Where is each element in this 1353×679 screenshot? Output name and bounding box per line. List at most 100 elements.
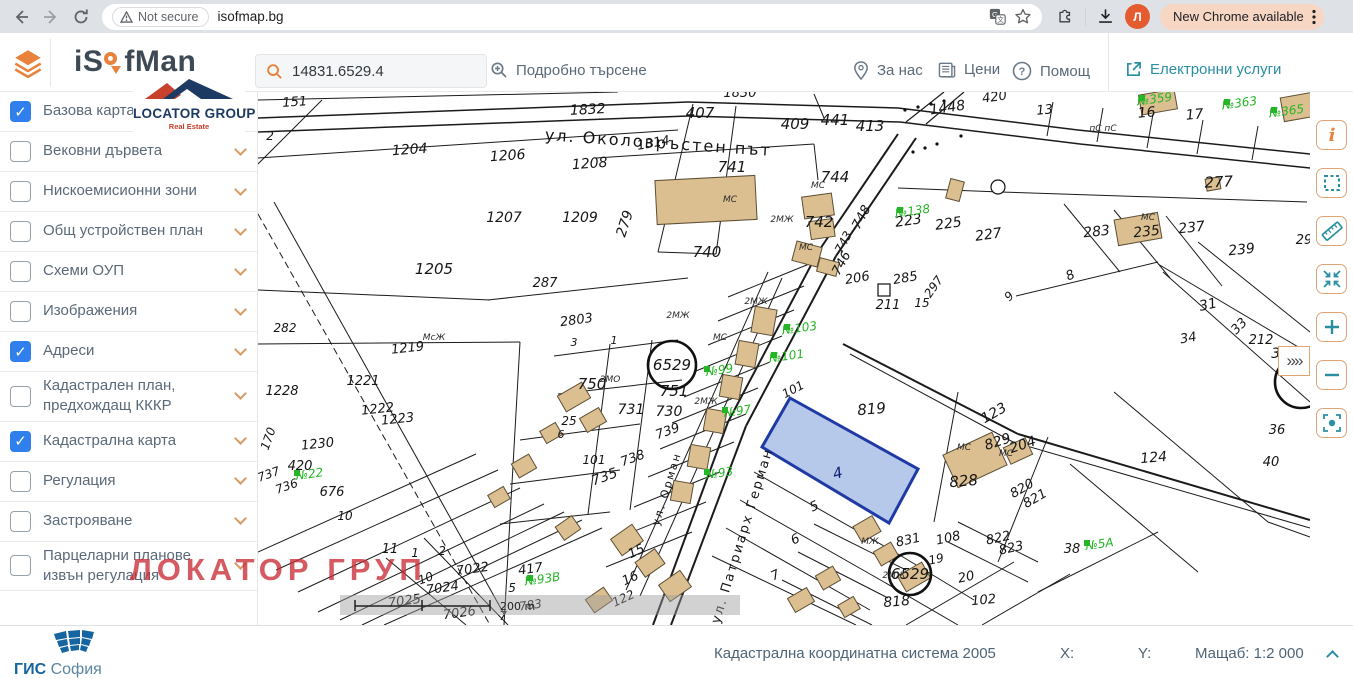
- search-plus-icon: [490, 61, 508, 79]
- parcel-boundary: [850, 354, 1013, 442]
- select-area-icon: [1320, 171, 1344, 195]
- profile-avatar[interactable]: Л: [1125, 4, 1150, 29]
- parcel-number: 741: [718, 158, 747, 176]
- sidebar-layer-item[interactable]: Схеми ОУП: [0, 252, 257, 292]
- parcel-number: 1221: [346, 374, 379, 389]
- fullscreen-button[interactable]: [1316, 264, 1347, 294]
- parcel-number: 287: [533, 276, 559, 291]
- new-chrome-button[interactable]: New Chrome available: [1160, 4, 1324, 30]
- zoom-in-button[interactable]: [1316, 312, 1347, 342]
- layers-icon[interactable]: [13, 48, 43, 78]
- building-type-note: 2МЖ: [744, 297, 767, 307]
- map-toolbar: i: [1310, 92, 1353, 625]
- locate-icon: [1320, 411, 1344, 435]
- checkbox-unchecked[interactable]: [10, 555, 31, 576]
- parcel-number: 33: [1228, 315, 1250, 337]
- select-area-button[interactable]: [1316, 168, 1347, 198]
- checkbox-unchecked[interactable]: [10, 301, 31, 322]
- chevron-down-icon[interactable]: [234, 223, 247, 236]
- status-bar: ГИС София Кадастрална координатна систем…: [0, 625, 1353, 677]
- sidebar-layer-item[interactable]: Застрояване: [0, 502, 257, 542]
- parcel-number: 9: [1002, 289, 1017, 304]
- sidebar-layer-item[interactable]: Изображения: [0, 292, 257, 332]
- browser-reload-button[interactable]: [68, 4, 94, 30]
- nav-prices[interactable]: Цени: [938, 61, 1000, 78]
- map-dot: [911, 150, 914, 153]
- app-logo[interactable]: iSfMan: [74, 45, 196, 79]
- divider: [1085, 8, 1086, 26]
- bookmark-star-icon[interactable]: [1014, 8, 1032, 26]
- sidebar-layer-item[interactable]: Вековни дървета: [0, 132, 257, 172]
- checkbox-unchecked[interactable]: [10, 141, 31, 162]
- map-canvas[interactable]: 4652965291511830183221204120612081207120…: [258, 92, 1310, 625]
- sidebar-layer-item[interactable]: Кадастрален план, предхождащ КККР: [0, 372, 257, 422]
- crs-label: Кадастрална координатна система 2005: [714, 645, 996, 662]
- info-button[interactable]: i: [1316, 120, 1347, 150]
- menu-dots-icon[interactable]: [1312, 9, 1316, 25]
- locate-button[interactable]: [1316, 408, 1347, 438]
- watermark-text: ЛОКАТОР ГРУП: [130, 552, 427, 588]
- chevron-down-icon[interactable]: [234, 387, 247, 400]
- parcel-boundary: [688, 102, 898, 108]
- parcel-number: 212: [1249, 333, 1274, 348]
- not-secure-chip[interactable]: Not secure: [112, 7, 209, 27]
- sidebar-layer-item[interactable]: Нискоемисионни зони: [0, 172, 257, 212]
- checkbox-unchecked[interactable]: [10, 386, 31, 407]
- browser-back-button[interactable]: [8, 4, 34, 30]
- checkbox-unchecked[interactable]: [10, 471, 31, 492]
- extensions-icon[interactable]: [1056, 7, 1075, 26]
- download-icon[interactable]: [1096, 7, 1115, 26]
- parcel-number: 740: [693, 243, 722, 261]
- advanced-search-button[interactable]: Подробно търсене: [490, 61, 647, 79]
- sidebar-layer-item[interactable]: Общ устройствен план: [0, 212, 257, 252]
- parcel-number: 8: [1064, 267, 1078, 284]
- checkbox-checked[interactable]: ✓: [10, 101, 31, 122]
- expand-panel-button[interactable]: »»: [1278, 346, 1310, 376]
- sidebar-layer-item[interactable]: ✓Кадастрална карта: [0, 422, 257, 462]
- street-name: ул. Околовръстен път: [544, 125, 772, 160]
- building-type-note: 2МЖ: [770, 215, 793, 225]
- checkbox-unchecked[interactable]: [10, 181, 31, 202]
- checkbox-checked[interactable]: ✓: [10, 341, 31, 362]
- sidebar-layer-item[interactable]: Регулация: [0, 462, 257, 502]
- nav-help[interactable]: ? Помощ: [1012, 61, 1090, 81]
- chevron-down-icon[interactable]: [234, 512, 247, 525]
- chevron-down-icon[interactable]: [234, 472, 247, 485]
- parcel-number: 1223: [380, 410, 414, 428]
- chevron-down-icon[interactable]: [234, 343, 247, 356]
- parcel-number: 16: [620, 569, 641, 590]
- checkbox-unchecked[interactable]: [10, 221, 31, 242]
- chevron-down-icon[interactable]: [234, 263, 247, 276]
- x-coordinate-label: X:: [1060, 645, 1074, 662]
- eservices-link[interactable]: Електронни услуги: [1125, 61, 1281, 78]
- checkbox-unchecked[interactable]: [10, 511, 31, 532]
- checkbox-unchecked[interactable]: [10, 261, 31, 282]
- building-type-note: МС: [799, 243, 814, 253]
- address-bar[interactable]: Not secure isofmap.bg G文: [102, 4, 1042, 30]
- parcel-boundary: [1018, 434, 1310, 520]
- sidebar-layer-item[interactable]: ✓Адреси: [0, 332, 257, 372]
- new-chrome-label: New Chrome available: [1173, 9, 1304, 24]
- zoom-out-button[interactable]: [1316, 360, 1347, 390]
- parcel-boundary: [1197, 120, 1203, 154]
- browser-forward-button[interactable]: [38, 4, 64, 30]
- checkbox-checked[interactable]: ✓: [10, 431, 31, 452]
- translate-icon[interactable]: G文: [989, 8, 1006, 25]
- gis-sofia-logo[interactable]: ГИС София: [14, 630, 124, 679]
- parcel-number: 831: [895, 531, 922, 551]
- chevron-up-icon[interactable]: [1326, 650, 1339, 663]
- url-text[interactable]: isofmap.bg: [217, 9, 283, 24]
- chevron-down-icon[interactable]: [234, 432, 247, 445]
- cadastral-map: 4652965291511830183221204120612081207120…: [258, 92, 1310, 625]
- search-input[interactable]: 14831.6529.4: [255, 54, 487, 88]
- chevron-down-icon[interactable]: [234, 143, 247, 156]
- parcel-number: 123: [978, 400, 1009, 427]
- nav-about[interactable]: За нас: [853, 61, 923, 80]
- layer-label: Схеми ОУП: [43, 261, 224, 281]
- parcel-number: 36: [1269, 423, 1286, 438]
- measure-button[interactable]: [1316, 216, 1347, 246]
- parcel-boundary: [1252, 126, 1258, 160]
- chevron-down-icon[interactable]: [234, 303, 247, 316]
- parcel-number: 5: [808, 498, 822, 515]
- chevron-down-icon[interactable]: [234, 183, 247, 196]
